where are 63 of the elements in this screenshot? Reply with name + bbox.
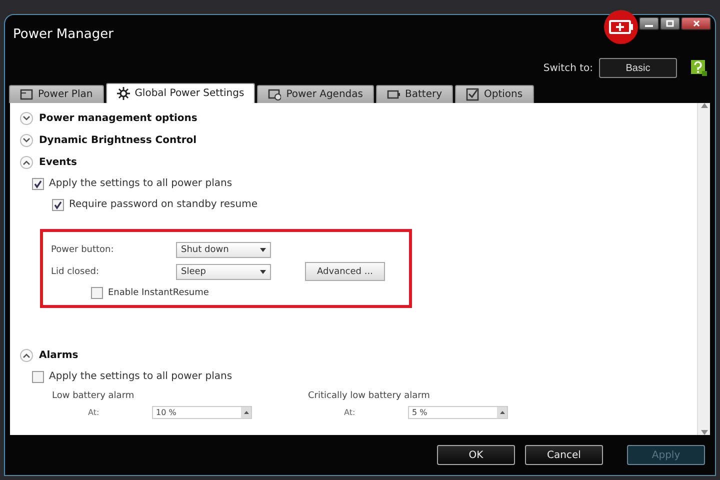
spin-field[interactable]: 5 % bbox=[408, 406, 508, 418]
field-label: At: bbox=[87, 408, 100, 416]
section-title: Power management options bbox=[39, 112, 198, 124]
gear-icon bbox=[116, 87, 130, 100]
advanced-button[interactable]: Advanced ... bbox=[305, 262, 385, 281]
expand-toggle[interactable] bbox=[20, 134, 33, 146]
tab[interactable]: Power Plan bbox=[9, 85, 104, 103]
field-label: Lid closed: bbox=[51, 266, 100, 276]
alarm-title: Critically low battery alarm bbox=[308, 390, 431, 403]
chevron-up-icon bbox=[23, 352, 30, 358]
switch-label: Switch to: bbox=[543, 62, 593, 74]
section-title: Alarms bbox=[39, 350, 78, 360]
tab[interactable]: Battery bbox=[376, 85, 453, 103]
check-icon bbox=[33, 178, 43, 188]
chevron-up-icon bbox=[23, 160, 30, 164]
maximize-icon bbox=[666, 20, 674, 27]
help-icon bbox=[691, 60, 707, 76]
checkbox-icon bbox=[466, 88, 479, 101]
checkbox-label: Apply the settings to all power plans bbox=[49, 371, 232, 382]
checkbox[interactable] bbox=[91, 287, 103, 299]
window-title: Power Manager bbox=[13, 26, 114, 42]
up-arrow-icon bbox=[500, 410, 504, 414]
dropdown[interactable]: Shut down bbox=[176, 242, 271, 258]
section-title: Dynamic Brightness Control bbox=[39, 134, 197, 146]
up-arrow-icon bbox=[700, 103, 708, 108]
section-title: Events bbox=[39, 156, 77, 168]
tab[interactable]: Global Power Settings bbox=[106, 83, 256, 103]
tab[interactable]: Power Agendas bbox=[257, 85, 374, 103]
chevron-down-icon bbox=[23, 138, 30, 142]
tab[interactable]: Options bbox=[455, 85, 534, 103]
close-icon bbox=[692, 20, 700, 27]
alarm-title: Low battery alarm bbox=[52, 390, 136, 403]
calendar-clock-icon bbox=[268, 88, 282, 101]
checkbox-label: Enable InstantResume bbox=[108, 288, 209, 298]
battery-icon bbox=[386, 88, 400, 101]
spin-field[interactable]: 10 % bbox=[152, 406, 252, 418]
checkbox[interactable] bbox=[52, 198, 64, 210]
caret-icon bbox=[260, 248, 266, 252]
checkbox[interactable] bbox=[32, 370, 44, 382]
minimize-button[interactable] bbox=[639, 17, 659, 30]
caret-icon bbox=[260, 270, 266, 274]
dialog-button[interactable]: Cancel bbox=[525, 445, 603, 465]
check-icon bbox=[53, 200, 63, 210]
chevron-down-icon bbox=[23, 116, 30, 120]
dialog-button: Apply bbox=[627, 445, 705, 465]
maximize-button[interactable] bbox=[660, 17, 680, 30]
battery-plus-icon bbox=[603, 9, 639, 45]
basic-button[interactable]: Basic bbox=[599, 58, 677, 78]
document-icon bbox=[20, 88, 33, 101]
checkbox-label: Require password on standby resume bbox=[69, 199, 258, 210]
expand-toggle[interactable] bbox=[20, 112, 33, 124]
field-label: Power button: bbox=[51, 245, 115, 255]
dialog-button[interactable]: OK bbox=[437, 445, 515, 465]
down-arrow-icon bbox=[700, 430, 708, 435]
checkbox[interactable] bbox=[32, 178, 44, 190]
expand-toggle[interactable] bbox=[20, 156, 33, 168]
close-button[interactable] bbox=[681, 17, 711, 30]
expand-toggle[interactable] bbox=[20, 348, 33, 362]
scrollbar[interactable] bbox=[697, 103, 710, 435]
field-label: At: bbox=[343, 408, 356, 416]
checkbox-label: Apply the settings to all power plans bbox=[49, 178, 232, 189]
dropdown[interactable]: Sleep bbox=[176, 264, 271, 280]
up-arrow-icon bbox=[244, 410, 248, 414]
